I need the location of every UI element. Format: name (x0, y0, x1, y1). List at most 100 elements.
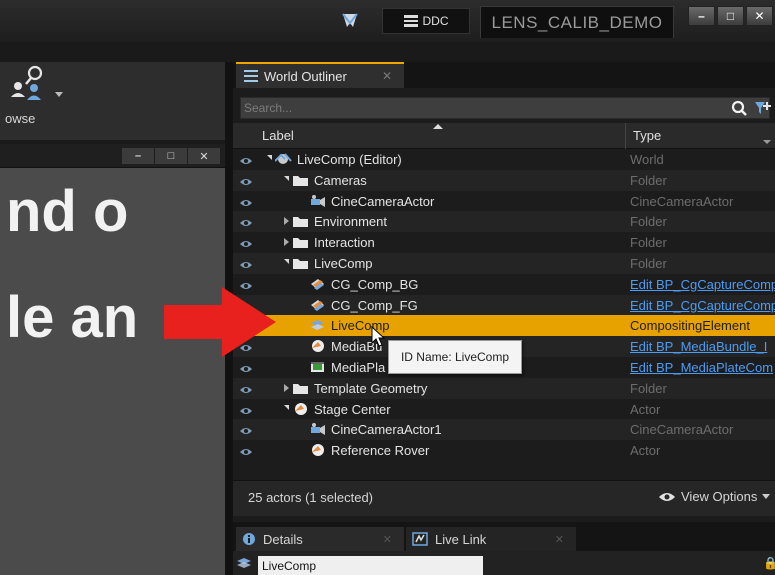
column-header-type[interactable]: Type (633, 128, 661, 143)
folder-icon (292, 255, 309, 271)
tree-row[interactable]: CG_Comp_BG Edit BP_CgCaptureCompE (233, 274, 775, 295)
compositing-element-icon (237, 558, 251, 568)
sphere-icon (309, 338, 326, 354)
id-name-tooltip: ID Name: LiveComp (388, 340, 522, 374)
unreal-source-control-icon[interactable] (340, 10, 360, 30)
row-label: CG_Comp_FG (331, 297, 418, 313)
visibility-eye-icon[interactable] (240, 404, 252, 414)
collapsed-arrow-icon[interactable] (284, 383, 289, 392)
actor-count: 25 actors (1 selected) (248, 490, 374, 505)
column-header-label[interactable]: Label (262, 128, 294, 143)
row-label: Environment (314, 214, 387, 230)
tree-row[interactable]: Template Geometry Folder (233, 377, 775, 399)
close-tab-icon[interactable]: ✕ (382, 69, 392, 83)
tab-details[interactable]: Details ✕ (236, 527, 404, 551)
tree-row[interactable]: LiveComp Folder (233, 253, 775, 274)
visibility-eye-icon[interactable] (240, 154, 252, 164)
column-divider[interactable] (625, 123, 626, 149)
close-button[interactable]: ✕ (746, 6, 773, 26)
browse-users-icon[interactable] (8, 64, 48, 104)
row-type: Actor (630, 443, 661, 459)
viewport-close-button[interactable]: ✕ (188, 148, 220, 164)
row-label: CineCameraActor1 (331, 422, 442, 438)
tree-row[interactable]: CineCameraActor CineCameraActor (233, 191, 775, 212)
visibility-eye-icon[interactable] (240, 258, 252, 268)
viewport-maximize-button[interactable]: □ (155, 148, 187, 164)
row-type: CineCameraActor (630, 193, 734, 209)
visibility-eye-icon[interactable] (240, 237, 252, 248)
browse-dropdown-icon[interactable] (55, 92, 63, 97)
close-tab-icon[interactable]: ✕ (555, 533, 564, 546)
viewport-window-controls: – □ ✕ (122, 148, 220, 164)
annotation-arrow (164, 287, 276, 357)
tree-row[interactable]: Interaction Folder (233, 232, 775, 253)
visibility-eye-icon[interactable] (240, 383, 252, 393)
row-type: CineCameraActor (630, 422, 734, 438)
visibility-eye-icon[interactable] (240, 196, 252, 206)
media-plate-icon (309, 359, 326, 375)
tree-row[interactable]: Reference Rover Actor (233, 440, 775, 461)
viewport-text-line-1: nd o (6, 179, 129, 244)
tree-row[interactable]: Cameras Folder (233, 169, 775, 191)
column-header (233, 123, 775, 149)
add-filter-icon[interactable] (753, 99, 771, 117)
expanded-arrow-icon[interactable] (267, 155, 272, 160)
visibility-eye-icon[interactable] (240, 445, 252, 456)
row-label: Reference Rover (331, 443, 430, 459)
tree-row[interactable]: CineCameraActor1 CineCameraActor (233, 419, 775, 441)
ddc-button[interactable]: DDC (382, 8, 470, 34)
row-type: CompositingElement (630, 318, 750, 334)
collapsed-arrow-icon[interactable] (284, 217, 289, 226)
tree-row[interactable]: Environment Folder (233, 211, 775, 233)
sort-ascending-icon (433, 124, 443, 129)
collapsed-arrow-icon[interactable] (284, 238, 289, 247)
browse-label[interactable]: owse (5, 111, 35, 126)
viewport-text-line-2: le an (6, 285, 139, 350)
expanded-arrow-icon[interactable] (284, 404, 289, 410)
row-label: Interaction (314, 235, 375, 251)
visibility-eye-icon[interactable] (240, 175, 252, 185)
minimize-button[interactable]: – (688, 6, 715, 26)
lock-icon[interactable]: 🔒 (763, 556, 775, 570)
tree-row[interactable]: CG_Comp_FG Edit BP_CgCaptureCompE (233, 294, 775, 316)
edit-blueprint-link[interactable]: Edit BP_MediaPlateCom (630, 360, 775, 375)
column-menu-icon[interactable] (763, 140, 771, 144)
tab-world-outliner[interactable]: World Outliner ✕ (236, 62, 404, 88)
search-input[interactable] (244, 99, 714, 117)
tab-world-outliner-label: World Outliner (264, 68, 347, 84)
edit-blueprint-link[interactable]: Edit BP_CgCaptureCompE (630, 277, 775, 292)
visibility-eye-icon[interactable] (240, 216, 252, 227)
world-icon (274, 151, 292, 167)
search-icon[interactable] (730, 99, 748, 117)
sphere-icon (309, 442, 326, 458)
composite-icon (309, 276, 326, 292)
folder-icon (292, 213, 309, 229)
expanded-arrow-icon[interactable] (284, 259, 289, 264)
actor-name-field[interactable] (258, 556, 483, 575)
window-controls: – □ ✕ (688, 6, 773, 26)
close-tab-icon[interactable]: ✕ (383, 533, 392, 546)
edit-blueprint-link[interactable]: Edit BP_CgCaptureCompE (630, 298, 775, 313)
outliner-icon (244, 70, 258, 82)
maximize-button[interactable]: □ (717, 6, 744, 26)
row-label: LiveComp (314, 256, 373, 271)
compositing-element-icon (309, 317, 326, 333)
view-options-button[interactable]: View Options (658, 489, 771, 504)
tree-row[interactable]: Stage Center Actor (233, 399, 775, 420)
tab-live-link[interactable]: Live Link ✕ (406, 527, 576, 551)
row-label: CG_Comp_BG (331, 276, 419, 292)
viewport-minimize-button[interactable]: – (122, 148, 154, 164)
live-link-icon (412, 532, 428, 546)
visibility-eye-icon[interactable] (240, 362, 252, 372)
mouse-cursor-icon (371, 326, 385, 347)
details-icon (243, 533, 255, 545)
tree-row[interactable]: LiveComp (Editor) World (233, 149, 775, 170)
tab-live-link-label: Live Link (435, 531, 487, 547)
sphere-icon (292, 401, 309, 417)
tree-row[interactable]: LiveComp CompositingElement (233, 315, 775, 337)
edit-blueprint-link[interactable]: Edit BP_MediaBundle_I (630, 339, 775, 354)
visibility-eye-icon[interactable] (240, 424, 252, 435)
expanded-arrow-icon[interactable] (284, 175, 289, 181)
row-label: Stage Center (314, 401, 391, 417)
viewport[interactable]: nd o le an (0, 168, 225, 575)
